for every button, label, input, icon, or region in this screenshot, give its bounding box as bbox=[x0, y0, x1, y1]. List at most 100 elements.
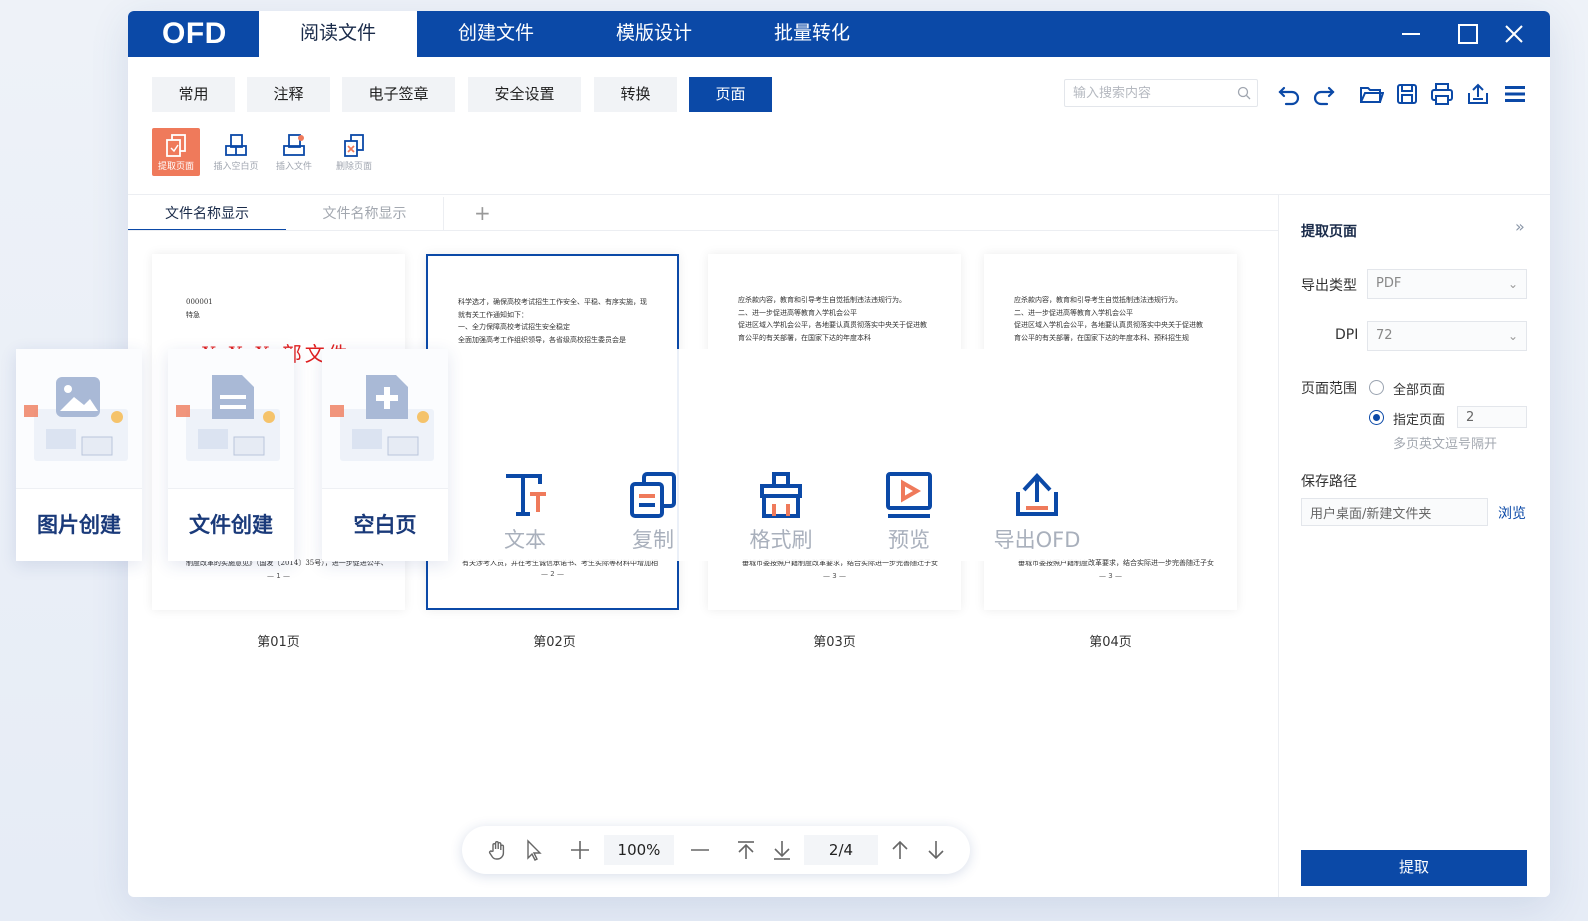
first-page-icon[interactable] bbox=[734, 838, 758, 862]
minimize-icon[interactable] bbox=[1396, 19, 1426, 49]
maximize-icon[interactable] bbox=[1453, 19, 1483, 49]
print-icon[interactable] bbox=[1429, 81, 1455, 107]
tab-create-file[interactable]: 创建文件 bbox=[417, 11, 575, 57]
ribbon-tab-security[interactable]: 安全设置 bbox=[468, 77, 581, 112]
extract-button[interactable]: 提取 bbox=[1301, 850, 1527, 886]
ribbon-tab-convert[interactable]: 转换 bbox=[594, 77, 677, 112]
extract-panel: 提取页面 » 导出类型 PDF ⌄ DPI 72 ⌄ 页面范围 全部页面 指定页… bbox=[1278, 195, 1550, 897]
menu-icon[interactable] bbox=[1502, 81, 1528, 107]
ribbon-tab-common[interactable]: 常用 bbox=[152, 77, 235, 112]
bottom-toolbar: 100% 2/4 bbox=[462, 826, 970, 874]
blank-page-illustration bbox=[322, 349, 448, 489]
export-type-label: 导出类型 bbox=[1301, 278, 1357, 294]
next-page-icon[interactable] bbox=[924, 838, 948, 862]
ribbon-tab-page[interactable]: 页面 bbox=[689, 77, 772, 112]
radio-specified-pages[interactable] bbox=[1369, 410, 1384, 425]
chevron-down-icon: ⌄ bbox=[1507, 277, 1518, 291]
select-arrow-icon[interactable] bbox=[522, 838, 546, 862]
redo-icon[interactable] bbox=[1311, 81, 1337, 107]
export-ofd-button[interactable]: 导出OFD bbox=[986, 460, 1088, 562]
tab-template-design[interactable]: 模版设计 bbox=[575, 11, 733, 57]
page-footer: — 3 — bbox=[1099, 572, 1122, 580]
title-bar: OFD 阅读文件 创建文件 模版设计 批量转化 bbox=[128, 11, 1550, 57]
image-create-card[interactable]: 图片创建 bbox=[16, 349, 142, 561]
radio-all-pages[interactable] bbox=[1369, 380, 1384, 395]
specified-pages-label: 指定页面 bbox=[1393, 413, 1446, 428]
ribbon-tab-e-signature[interactable]: 电子签章 bbox=[342, 77, 455, 112]
export-type-select[interactable]: PDF ⌄ bbox=[1367, 269, 1527, 299]
page-range-input[interactable] bbox=[1457, 406, 1527, 428]
previous-page-icon[interactable] bbox=[888, 838, 912, 862]
collapse-panel-icon[interactable]: » bbox=[1515, 217, 1525, 236]
browse-link[interactable]: 浏览 bbox=[1498, 503, 1526, 523]
page-body-text: 应杀款内容，教育和引导考生自觉抵制违法违规行为。 二、进一步促进高等教育入学机会… bbox=[1014, 296, 1203, 342]
insert-file-button[interactable]: 插入文件 bbox=[270, 128, 318, 176]
preview-icon bbox=[886, 472, 932, 518]
copy-tool-button[interactable]: 复制 bbox=[602, 460, 704, 562]
undo-icon[interactable] bbox=[1276, 81, 1302, 107]
format-brush-label: 格式刷 bbox=[749, 528, 813, 552]
page-range-hint: 多页英文逗号隔开 bbox=[1393, 437, 1498, 452]
page-label-4: 第04页 bbox=[1089, 635, 1132, 650]
page-label-2: 第02页 bbox=[533, 635, 576, 650]
zoom-out-icon[interactable] bbox=[688, 838, 712, 862]
insert-blank-page-icon bbox=[225, 134, 247, 156]
page-indicator[interactable]: 2/4 bbox=[804, 835, 878, 865]
hand-tool-icon[interactable] bbox=[486, 838, 510, 862]
add-tab-button[interactable]: + bbox=[474, 201, 491, 225]
text-tool-button[interactable]: 文本 bbox=[474, 460, 576, 562]
save-path-input[interactable] bbox=[1301, 498, 1488, 526]
search-icon[interactable] bbox=[1237, 86, 1251, 100]
page-label-1: 第01页 bbox=[257, 635, 300, 650]
panel-title: 提取页面 bbox=[1301, 224, 1357, 240]
insert-blank-page-label: 插入空白页 bbox=[213, 162, 259, 172]
doc-tab-2[interactable]: 文件名称显示 bbox=[286, 197, 444, 231]
chevron-down-icon: ⌄ bbox=[1507, 329, 1518, 343]
page-footer: — 2 — bbox=[541, 570, 564, 578]
copy-icon bbox=[630, 472, 676, 518]
dpi-select[interactable]: 72 ⌄ bbox=[1367, 321, 1527, 351]
close-icon[interactable] bbox=[1499, 19, 1529, 49]
open-folder-icon[interactable] bbox=[1358, 81, 1384, 107]
tab-read-file[interactable]: 阅读文件 bbox=[259, 11, 417, 57]
page-range-label: 页面范围 bbox=[1301, 381, 1357, 397]
page-body-text: 科学选才，确保高校考试招生工作安全、平稳、有序实施，现就有关工作通知如下： 一、… bbox=[458, 298, 647, 344]
last-page-icon[interactable] bbox=[770, 838, 794, 862]
ribbon-tab-annotation[interactable]: 注释 bbox=[247, 77, 330, 112]
zoom-level[interactable]: 100% bbox=[604, 835, 674, 865]
extract-page-button[interactable]: 提取页面 bbox=[152, 128, 200, 176]
app-logo: OFD bbox=[162, 17, 227, 50]
format-brush-button[interactable]: 格式刷 bbox=[730, 460, 832, 562]
doc-tab-1[interactable]: 文件名称显示 bbox=[128, 197, 286, 231]
zoom-in-icon[interactable] bbox=[568, 838, 592, 862]
extract-page-icon bbox=[166, 134, 186, 157]
extract-page-label: 提取页面 bbox=[157, 162, 194, 172]
export-type-value: PDF bbox=[1376, 276, 1402, 291]
file-create-label: 文件创建 bbox=[189, 513, 273, 537]
page-body-text: 应杀款内容，教育和引导考生自觉抵制违法违规行为。 二、进一步促进高等教育入学机会… bbox=[738, 296, 927, 342]
format-brush-icon bbox=[760, 472, 802, 518]
insert-file-icon bbox=[283, 134, 305, 156]
export-icon[interactable] bbox=[1465, 81, 1491, 107]
delete-page-button[interactable]: 删除页面 bbox=[330, 128, 378, 176]
search-input[interactable] bbox=[1065, 80, 1225, 106]
page-header-code: 000001 bbox=[186, 298, 213, 306]
page-footer: — 3 — bbox=[823, 572, 846, 580]
dpi-label: DPI bbox=[1335, 327, 1359, 343]
insert-blank-page-button[interactable]: 插入空白页 bbox=[212, 128, 260, 176]
tab-batch-convert[interactable]: 批量转化 bbox=[733, 11, 891, 57]
file-create-illustration bbox=[168, 349, 294, 489]
all-pages-label: 全部页面 bbox=[1393, 383, 1446, 398]
insert-file-label: 插入文件 bbox=[275, 162, 312, 172]
text-icon bbox=[506, 474, 546, 516]
blank-page-card[interactable]: 空白页 bbox=[322, 349, 448, 561]
file-create-card[interactable]: 文件创建 bbox=[168, 349, 294, 561]
export-ofd-label: 导出OFD bbox=[993, 528, 1081, 552]
preview-button[interactable]: 预览 bbox=[858, 460, 960, 562]
delete-page-label: 删除页面 bbox=[335, 162, 372, 172]
page-header-note: 特急 bbox=[186, 311, 200, 319]
page-label-3: 第03页 bbox=[813, 635, 856, 650]
save-icon[interactable] bbox=[1394, 81, 1420, 107]
save-path-label: 保存路径 bbox=[1301, 474, 1357, 490]
tab-underline bbox=[128, 230, 1278, 231]
